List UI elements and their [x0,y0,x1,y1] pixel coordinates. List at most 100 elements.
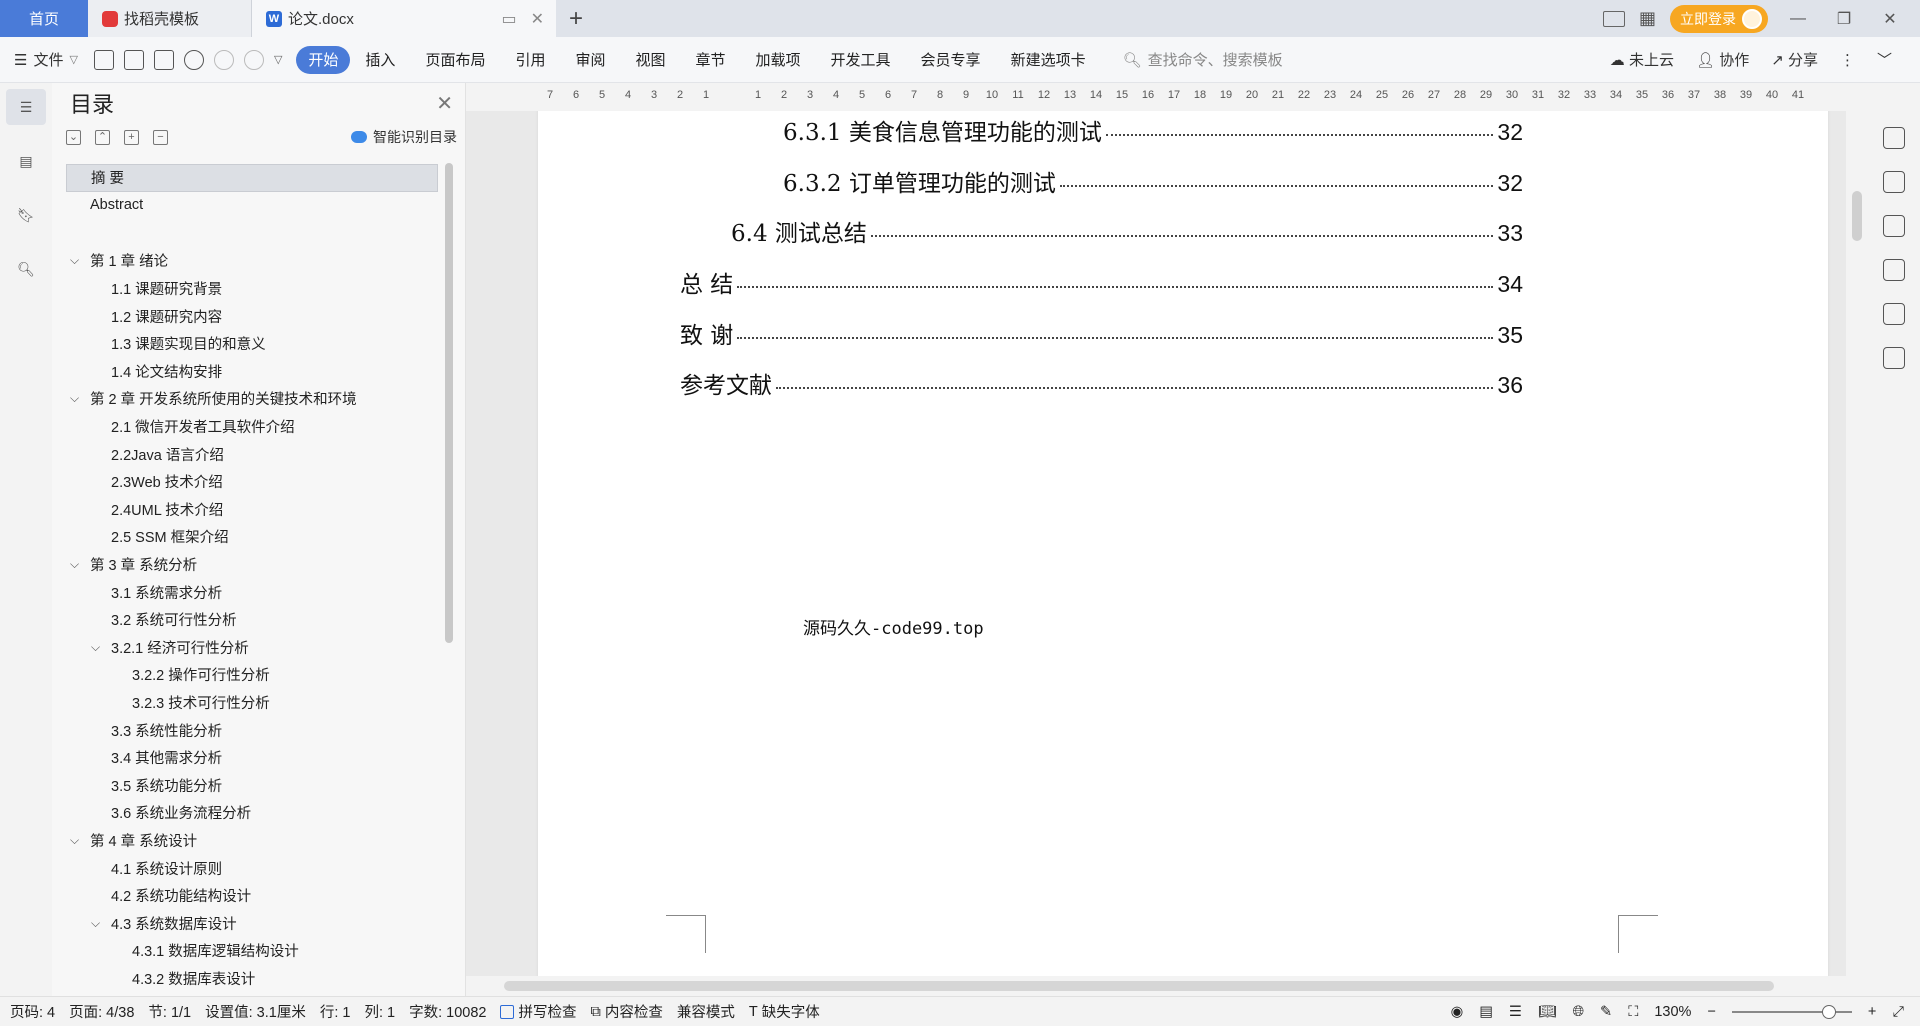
zoom-slider-knob[interactable] [1821,1004,1836,1019]
toc-item[interactable]: 2.2Java 语言介绍 [66,440,438,468]
smart-toc-button[interactable]: 智能识别目录 [351,127,457,147]
tab-page-layout[interactable]: 页面布局 [410,46,500,74]
status-section[interactable]: 节: 1/1 [148,1001,191,1022]
eye-protection-icon[interactable]: ◉ [1451,1004,1464,1020]
toc-item[interactable]: ⌵ 4.3 系统数据库设计 [66,909,438,937]
customize-toolbar-icon[interactable]: ▽ [274,53,282,66]
tab-review[interactable]: 审阅 [560,46,620,74]
print-preview-icon[interactable] [183,49,204,70]
toc-item-chapter-4[interactable]: ⌵ 第 4 章 系统设计 [66,827,438,855]
toc-item[interactable]: 3.1 系统需求分析 [66,578,438,606]
save-icon[interactable] [93,49,114,70]
content-check-toggle[interactable]: ⧉ 内容检查 [590,1001,662,1022]
toc-entry-line[interactable]: 总 结 34 [680,265,1523,299]
scroll-thumb[interactable] [504,981,1774,991]
tab-section[interactable]: 章节 [681,46,741,74]
toc-panel-icon[interactable]: ☰ [6,89,46,125]
web-view-icon[interactable]: 🌐︎ [1572,1004,1584,1020]
restore-icon[interactable]: ❐ [1828,9,1860,29]
tab-developer[interactable]: 开发工具 [816,46,906,74]
tab-start[interactable]: 开始 [296,45,351,74]
toc-item[interactable]: 4.3.2 数据库表设计 [66,965,438,993]
tab-insert[interactable]: 插入 [350,46,410,74]
collab-button[interactable]: 👤︎ 协作 [1696,49,1749,70]
vertical-scrollbar[interactable] [1846,111,1868,976]
bookmark-icon[interactable]: 🔖︎ [6,197,46,233]
tab-view[interactable]: 视图 [620,46,680,74]
toc-item[interactable]: 3.2.3 技术可行性分析 [66,689,438,717]
share-button[interactable]: ↗ 分享 [1771,49,1818,70]
image-icon[interactable] [1883,259,1905,281]
toc-item[interactable]: 3.2.2 操作可行性分析 [66,661,438,689]
toc-entry-line[interactable]: 6.4 测试总结 33 [731,214,1523,248]
collapse-up-icon[interactable]: ⌃ [95,129,110,145]
toc-item[interactable]: 2.4UML 技术介绍 [66,496,438,524]
outline-view-icon[interactable]: ☰ [1509,1004,1522,1020]
toc-item[interactable]: 4.3.1 数据库逻辑结构设计 [66,937,438,965]
toc-item[interactable]: 4.2 系统功能结构设计 [66,882,438,910]
toc-item-chapter-3[interactable]: ⌵ 第 3 章 系统分析 [66,551,438,579]
toc-item[interactable]: 3.2 系统可行性分析 [66,606,438,634]
print-icon[interactable] [153,49,174,70]
close-tab-icon[interactable]: ✕ [531,9,544,29]
toc-item-abstract-cn[interactable]: 摘 要 [66,164,438,192]
more-icon[interactable]: ⋮ [1840,51,1855,69]
toc-item[interactable]: 1.4 论文结构安排 [66,358,438,386]
toc-item[interactable]: 1.2 课题研究内容 [66,302,438,330]
toc-scrollbar[interactable] [445,163,453,643]
toc-entry-line[interactable]: 6.3.2 订单管理功能的测试 32 [783,164,1523,198]
page-view-icon[interactable]: ▤ [1479,1004,1493,1020]
float-window-icon[interactable]: ▭ [501,9,516,29]
export-pdf-icon[interactable] [123,49,144,70]
tab-document[interactable]: W 论文.docx ▭ ✕ [252,0,556,37]
zoom-slider[interactable] [1731,1004,1852,1019]
horizontal-scrollbar[interactable] [466,976,1846,996]
collapse-ribbon-icon[interactable]: ﹀ [1877,49,1892,70]
adjust-icon[interactable] [1883,215,1905,237]
tab-member[interactable]: 会员专享 [906,46,996,74]
status-row[interactable]: 行: 1 [320,1001,351,1022]
document-page[interactable]: 6.3.1 美食信息管理功能的测试 32 6.3.2 订单管理功能的测试 32 6.… [538,111,1828,976]
apps-grid-icon[interactable]: ▦ [1639,8,1656,29]
remove-heading-icon[interactable]: − [153,129,168,145]
chevron-down-icon[interactable]: ⌵ [70,557,82,572]
chevron-down-icon[interactable]: ⌵ [91,640,103,655]
status-words[interactable]: 字数: 10082 [409,1001,486,1022]
toc-item[interactable]: 2.3Web 技术介绍 [66,468,438,496]
tab-home[interactable]: 首页 [0,0,88,37]
file-menu[interactable]: ☰ 文件 ▽ [14,49,78,70]
toc-item[interactable]: 3.5 系统功能分析 [66,771,438,799]
cursor-icon[interactable] [1883,171,1905,193]
layout-icon[interactable] [1602,10,1625,27]
fullscreen-icon[interactable]: ⤢ [1892,1004,1904,1020]
fit-page-icon[interactable]: ⛶ [1628,1004,1638,1020]
close-icon[interactable]: ✕ [436,91,453,116]
spell-check-toggle[interactable]: 拼写检查 [500,1001,576,1022]
toc-item[interactable]: 3.4 其他需求分析 [66,744,438,772]
tab-references[interactable]: 引用 [500,46,560,74]
toc-item[interactable]: 2.5 SSM 框架介绍 [66,523,438,551]
status-setting[interactable]: 设置值: 3.1厘米 [205,1001,306,1022]
zoom-out-icon[interactable]: − [1707,1004,1715,1020]
scroll-thumb[interactable] [1852,191,1862,241]
reading-view-icon[interactable]: 📖︎ [1538,1003,1556,1020]
bolt-icon[interactable] [1883,303,1905,325]
toc-item[interactable]: 1.3 课题实现目的和意义 [66,330,438,358]
section-nav-icon[interactable]: ▤ [6,143,46,179]
toc-entry-line[interactable]: 参考文献 36 [680,366,1523,400]
missing-font-button[interactable]: T 缺失字体 [749,1001,820,1022]
expand-down-icon[interactable]: ⌄ [66,129,81,145]
chevron-down-icon[interactable]: ⌵ [91,916,103,931]
book-search-icon[interactable] [1883,347,1905,369]
document-canvas[interactable]: 6.3.1 美食信息管理功能的测试 32 6.3.2 订单管理功能的测试 32 6.… [466,111,1846,976]
zoom-in-icon[interactable]: + [1868,1004,1876,1020]
redo-icon[interactable] [243,49,264,70]
chevron-down-icon[interactable]: ⌵ [70,253,82,268]
login-button[interactable]: 立即登录 [1670,4,1768,33]
add-heading-icon[interactable]: + [124,129,139,145]
toc-item-chapter-1[interactable]: ⌵ 第 1 章 绪论 [66,247,438,275]
new-tab-button[interactable]: + [556,0,596,37]
toc-item[interactable]: 3.6 系统业务流程分析 [66,799,438,827]
tab-template[interactable]: 找稻壳模板 [88,0,252,37]
close-window-icon[interactable]: ✕ [1874,9,1906,29]
